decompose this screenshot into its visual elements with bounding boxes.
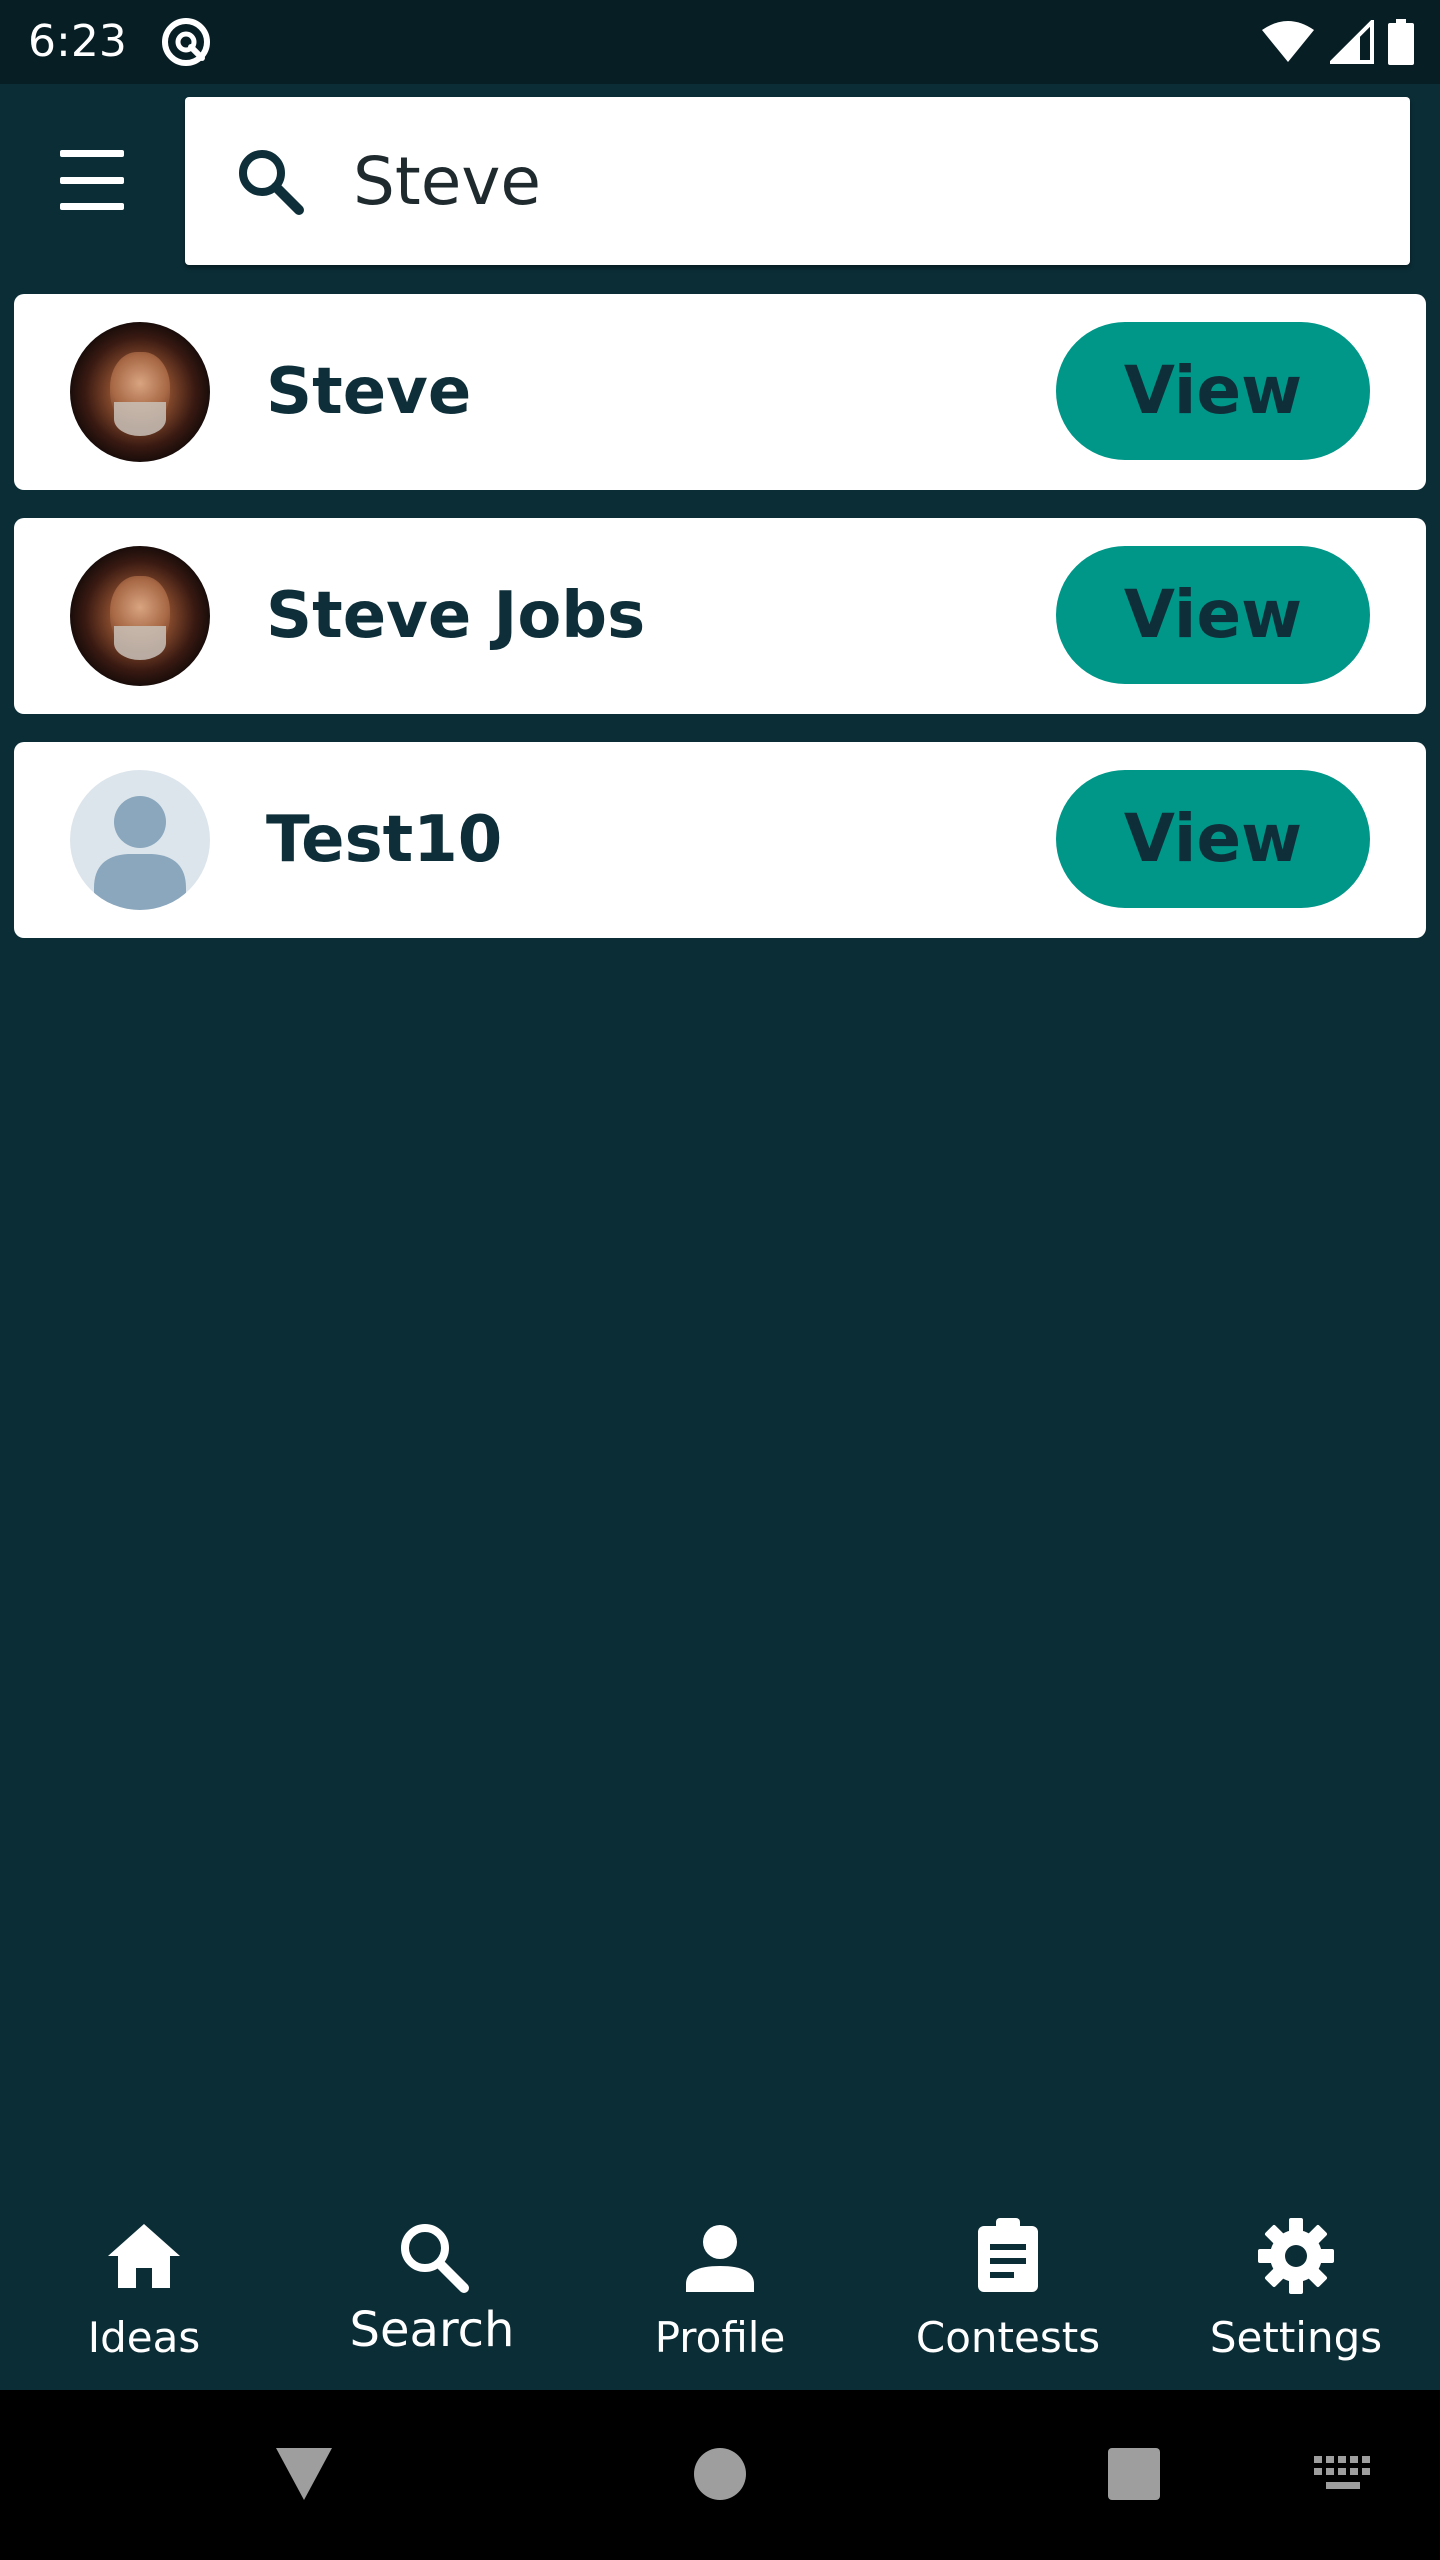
list-item[interactable]: Steve Jobs View <box>14 518 1426 714</box>
nav-item-settings[interactable]: Settings <box>1152 2180 1440 2390</box>
gear-icon <box>1258 2218 1334 2294</box>
status-bar: 6:23 <box>0 0 1440 84</box>
status-time: 6:23 <box>28 16 127 67</box>
person-icon <box>686 2225 754 2292</box>
result-name: Steve Jobs <box>266 579 646 653</box>
cell-signal-icon <box>1330 20 1374 64</box>
status-icons <box>1260 18 1414 66</box>
nav-item-contests[interactable]: Contests <box>864 2180 1152 2390</box>
nav-label: Search <box>349 2302 515 2358</box>
result-name: Test10 <box>266 803 503 877</box>
home-icon <box>108 2224 180 2288</box>
view-button[interactable]: View <box>1056 322 1370 460</box>
list-item[interactable]: Steve View <box>14 294 1426 490</box>
avatar <box>70 546 210 686</box>
menu-line <box>60 176 124 184</box>
result-name: Steve <box>266 355 472 429</box>
list-item[interactable]: Test10 View <box>14 742 1426 938</box>
avatar-placeholder <box>70 770 210 910</box>
menu-line <box>60 203 124 210</box>
search-icon <box>239 150 304 215</box>
keyboard-icon[interactable] <box>1314 2456 1372 2494</box>
nav-label: Ideas <box>87 2313 201 2362</box>
nav-label: Profile <box>654 2313 786 2362</box>
results-list: Steve View Steve Jobs View Test10 View <box>14 294 1426 966</box>
search-input[interactable] <box>353 131 1353 231</box>
nav-item-profile[interactable]: Profile <box>576 2180 864 2390</box>
avatar <box>70 322 210 462</box>
recents-icon[interactable] <box>1108 2448 1160 2500</box>
system-navigation-bar <box>0 2390 1440 2560</box>
nav-item-search[interactable]: Search <box>288 2180 576 2390</box>
back-icon[interactable] <box>274 2446 334 2502</box>
menu-line <box>60 150 124 157</box>
person-placeholder-icon <box>94 796 186 910</box>
nav-label: Contests <box>915 2313 1101 2362</box>
top-app-bar <box>0 84 1440 284</box>
wifi-icon <box>1262 21 1314 62</box>
view-button[interactable]: View <box>1056 770 1370 908</box>
hamburger-menu-icon[interactable] <box>60 150 136 210</box>
search-box[interactable] <box>185 97 1410 265</box>
app-notification-icon <box>162 18 210 66</box>
search-icon <box>401 2224 469 2293</box>
battery-icon <box>1388 19 1414 65</box>
bottom-navigation: Ideas Search Profile Contests Settings <box>0 2180 1440 2390</box>
nav-label: Settings <box>1209 2313 1383 2362</box>
home-button-icon[interactable] <box>694 2448 746 2500</box>
view-button[interactable]: View <box>1056 546 1370 684</box>
nav-item-ideas[interactable]: Ideas <box>0 2180 288 2390</box>
clipboard-icon <box>978 2218 1038 2292</box>
